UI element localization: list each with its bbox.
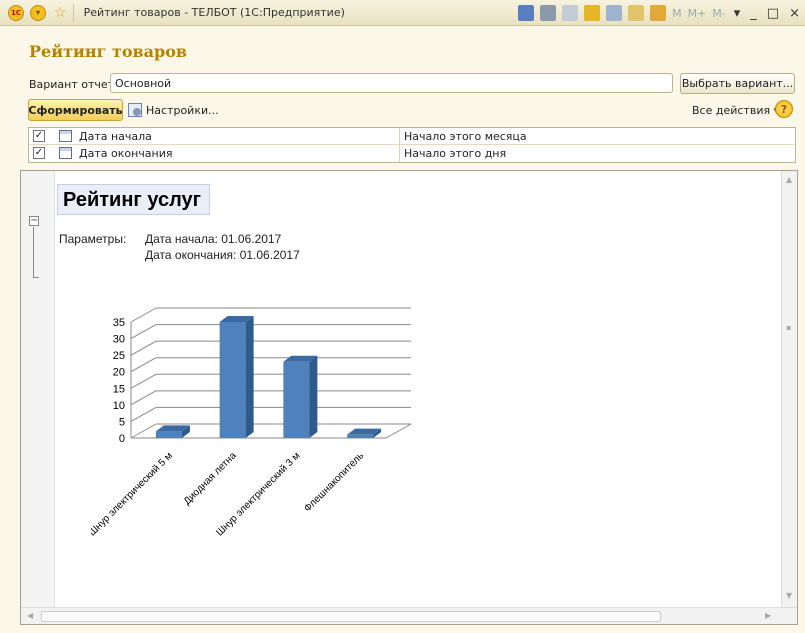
y-tick-label: 15: [113, 383, 125, 395]
titlebar-tools: M M+ M- ▾ _ □ ×: [515, 0, 805, 26]
window-menu-icon[interactable]: ▾: [734, 6, 741, 21]
scroll-thumb[interactable]: [41, 611, 661, 622]
settings-row-value[interactable]: Начало этого дня: [404, 147, 506, 160]
settings-row-start[interactable]: ✓ Дата начала Начало этого месяца: [29, 128, 795, 145]
depth-gridline: [130, 307, 157, 323]
close-icon[interactable]: ×: [789, 6, 800, 21]
scroll-right-icon[interactable]: ▶: [765, 611, 771, 620]
param-start-date: Дата начала: 01.06.2017: [145, 232, 282, 246]
x-category-label: Флешнакопитель: [302, 450, 366, 514]
floor-edge: [385, 423, 412, 439]
link-icon[interactable]: [606, 5, 623, 21]
favorites-icon[interactable]: [584, 5, 601, 21]
page-title: Рейтинг товаров: [29, 42, 187, 61]
depth-gridline: [130, 390, 157, 406]
y-tick-label: 0: [119, 433, 125, 445]
group-line-end: [33, 277, 39, 278]
collapse-icon[interactable]: −: [29, 216, 39, 226]
bar-chart: 0 5 10 15 20 25 30 35 Шнур электрический 5 м Диод…: [87, 307, 412, 539]
scroll-up-icon[interactable]: ▲: [786, 175, 792, 184]
minimize-icon[interactable]: _: [750, 6, 757, 21]
memory-plus-button[interactable]: M+: [688, 7, 707, 20]
settings-row-end[interactable]: ✓ Дата окончания Начало этого дня: [29, 145, 795, 162]
calendar-icon: [59, 130, 72, 142]
settings-label: Настройки...: [146, 103, 219, 117]
depth-gridline: [130, 423, 157, 439]
settings-row-name: Дата начала: [79, 130, 152, 143]
window-titlebar: 1С ▾ ☆ Рейтинг товаров - ТЕЛБОТ (1С:Пред…: [0, 0, 805, 26]
depth-gridline: [130, 406, 157, 422]
calendar-icon[interactable]: [650, 5, 667, 21]
y-tick-label: 10: [113, 400, 125, 412]
column-divider: [399, 128, 400, 145]
settings-button[interactable]: Настройки...: [128, 101, 219, 119]
select-variant-button[interactable]: Выбрать вариант...: [680, 73, 795, 94]
checkbox-start-date[interactable]: ✓: [33, 130, 45, 142]
depth-gridline: [130, 324, 157, 340]
settings-table: ✓ Дата начала Начало этого месяца ✓ Дата…: [28, 127, 796, 163]
y-tick-label: 30: [113, 334, 125, 346]
depth-gridline: [130, 340, 157, 356]
scroll-grip-icon[interactable]: ▪: [786, 323, 791, 332]
chart-container: 0 5 10 15 20 25 30 35 Шнур электрический 5 м Диод…: [87, 293, 511, 596]
x-category-label: Диодная летна: [182, 450, 239, 507]
params-label: Параметры:: [59, 232, 127, 246]
depth-gridline: [130, 357, 157, 373]
calendar-icon: [59, 147, 72, 159]
horizontal-scrollbar[interactable]: ◀ ▶: [21, 607, 797, 624]
group-line: [33, 227, 34, 277]
variant-field[interactable]: Основной: [110, 73, 673, 93]
bar-side: [309, 355, 318, 438]
preview-icon[interactable]: [562, 5, 579, 21]
all-actions-menu[interactable]: Все действия ▾: [692, 104, 779, 117]
app-logo-icon[interactable]: 1С: [8, 4, 24, 21]
report-area: − Рейтинг услуг Параметры: Дата начала: …: [20, 170, 798, 625]
settings-row-value[interactable]: Начало этого месяца: [404, 130, 527, 143]
save-icon[interactable]: [518, 5, 535, 21]
scroll-down-icon[interactable]: ▼: [786, 591, 792, 600]
settings-icon: [128, 103, 142, 117]
memory-minus-button[interactable]: M-: [712, 7, 725, 20]
dropdown-menu-icon[interactable]: ▾: [30, 4, 46, 21]
calculator-icon[interactable]: [628, 5, 645, 21]
vertical-scrollbar[interactable]: ▲ ▪ ▼: [781, 171, 797, 607]
window-title: Рейтинг товаров - ТЕЛБОТ (1С:Предприятие…: [83, 6, 345, 19]
bar-side: [245, 316, 254, 438]
bar: [155, 431, 182, 438]
favorite-star-icon[interactable]: ☆: [54, 5, 67, 21]
y-tick-label: 20: [113, 367, 125, 379]
depth-gridline: [130, 373, 157, 389]
help-icon[interactable]: ?: [775, 100, 793, 118]
maximize-icon[interactable]: □: [767, 6, 779, 21]
settings-row-name: Дата окончания: [79, 147, 173, 160]
y-tick-label: 5: [119, 416, 125, 428]
report-gutter: −: [21, 171, 55, 607]
x-category-label: Шнур электрический 5 м: [91, 450, 175, 538]
y-tick-label: 25: [113, 350, 125, 362]
bar: [219, 322, 246, 438]
y-tick-label: 35: [113, 317, 125, 329]
generate-button[interactable]: Сформировать: [28, 99, 123, 121]
memory-button[interactable]: M: [672, 7, 682, 20]
checkbox-end-date[interactable]: ✓: [33, 147, 45, 159]
column-divider: [399, 145, 400, 162]
scroll-left-icon[interactable]: ◀: [27, 611, 33, 620]
bar: [347, 434, 374, 438]
param-end-date: Дата окончания: 01.06.2017: [145, 248, 300, 262]
bar: [283, 361, 310, 438]
print-icon[interactable]: [540, 5, 557, 21]
titlebar-separator: [72, 3, 74, 22]
report-title: Рейтинг услуг: [57, 184, 210, 215]
